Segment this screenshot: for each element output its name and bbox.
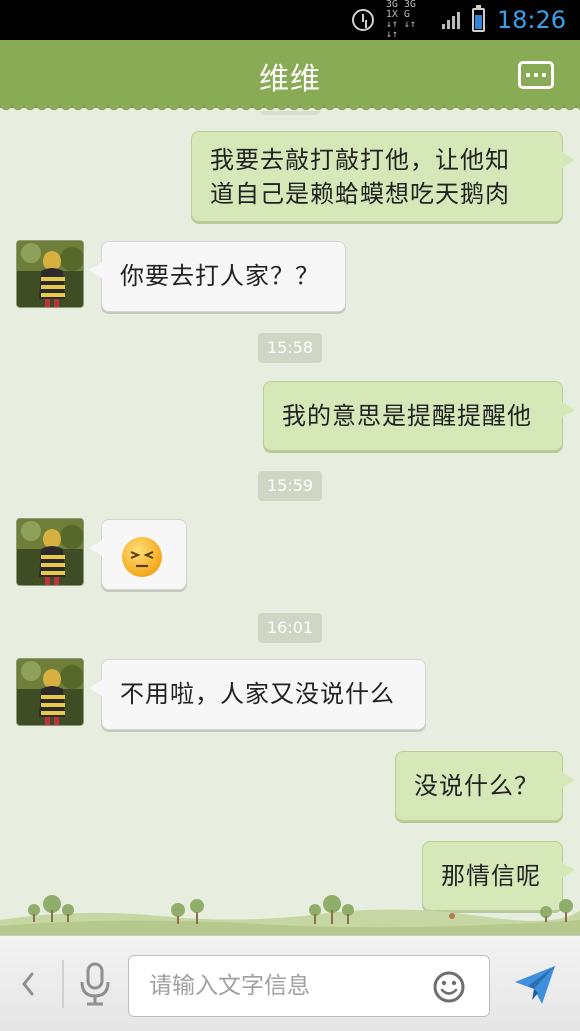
back-chevron-icon[interactable] bbox=[14, 964, 44, 1004]
microphone-icon[interactable] bbox=[76, 960, 114, 1010]
message-text-line: 你要去打人家？？ bbox=[120, 262, 320, 290]
alarm-clock-icon bbox=[351, 9, 374, 31]
status-bar: 3G 3G 1X G ↓↑ ↓↑ ↓↑ 18:26 bbox=[0, 0, 580, 40]
battery-icon bbox=[471, 5, 485, 32]
contact-name-title: 维维 bbox=[259, 62, 321, 97]
landscape-decoration bbox=[0, 895, 580, 936]
squinting-face-emoji bbox=[122, 537, 162, 577]
outgoing-message-bubble[interactable]: 没说什么？ bbox=[395, 751, 575, 821]
smiley-icon[interactable] bbox=[432, 970, 466, 1004]
message-input-bar bbox=[0, 935, 580, 1031]
message-text-line: 我的意思是提醒提醒他 bbox=[282, 402, 532, 430]
contact-avatar[interactable] bbox=[16, 658, 84, 726]
contact-avatar[interactable] bbox=[16, 518, 84, 586]
signal-strength-icon bbox=[441, 11, 460, 29]
message-text-line: 没说什么？ bbox=[414, 772, 539, 800]
status-time: 18:26 bbox=[496, 6, 566, 34]
network-activity-arrows: ↓↑ ↓↑ ↓↑ bbox=[385, 19, 416, 40]
chat-header: 维维 bbox=[0, 40, 580, 113]
message-list[interactable]: 我要去敲打敲打他，让他知 道自己是赖蛤蟆想吃天鹅肉 你要去打人家？？ 15:58… bbox=[0, 111, 580, 935]
previous-timestamp-edge bbox=[260, 111, 320, 115]
more-dots-icon[interactable] bbox=[518, 61, 554, 89]
toolbar-divider bbox=[62, 960, 64, 1008]
battery-level-fill bbox=[474, 15, 482, 29]
outgoing-message-bubble[interactable]: 我要去敲打敲打他，让他知 道自己是赖蛤蟆想吃天鹅肉 bbox=[191, 131, 575, 222]
message-text-line: 我要去敲打敲打他，让他知 bbox=[210, 146, 510, 174]
outgoing-message-bubble[interactable]: 我的意思是提醒提醒他 bbox=[263, 381, 575, 451]
timestamp-label: 15:59 bbox=[257, 471, 323, 501]
message-text-line: 不用啦，人家又没说什么 bbox=[120, 680, 395, 708]
timestamp-label: 15:58 bbox=[257, 333, 323, 363]
send-icon[interactable] bbox=[512, 962, 558, 1008]
incoming-message-bubble[interactable]: 你要去打人家？？ bbox=[89, 241, 346, 312]
contact-avatar[interactable] bbox=[16, 240, 84, 308]
timestamp-label: 16:01 bbox=[257, 613, 323, 643]
network-type-label: 3G 3G 1X G bbox=[385, 0, 416, 20]
network-indicator: 3G 3G 1X G ↓↑ ↓↑ ↓↑ bbox=[386, 0, 430, 40]
message-text-line: 道自己是赖蛤蟆想吃天鹅肉 bbox=[210, 180, 510, 208]
incoming-emoji-bubble[interactable] bbox=[89, 519, 187, 590]
incoming-message-bubble[interactable]: 不用啦，人家又没说什么 bbox=[89, 659, 426, 730]
